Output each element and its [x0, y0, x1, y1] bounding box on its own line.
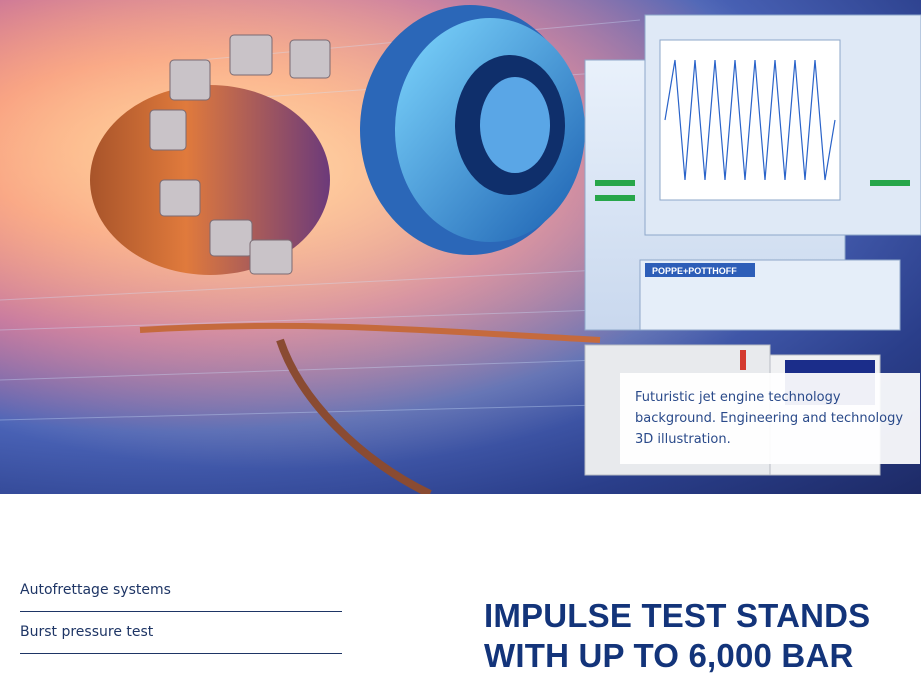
page-title: IMPULSE TEST STANDS WITH UP TO 6,000 BAR: [484, 596, 904, 676]
page-title-line-2: WITH UP TO 6,000 BAR: [484, 637, 854, 675]
page-title-line-1: IMPULSE TEST STANDS: [484, 597, 871, 635]
sidebar-item-autofrettage-systems[interactable]: Autofrettage systems: [20, 570, 342, 612]
hero-banner: POPPE+POTTHOFF Futuristic jet engine tec…: [0, 0, 921, 494]
image-caption: Futuristic jet engine technology backgro…: [620, 373, 920, 464]
screen-brand: POPPE+POTTHOFF: [652, 266, 737, 276]
sidebar-item-burst-pressure-test[interactable]: Burst pressure test: [20, 612, 342, 654]
sidebar-nav: Autofrettage systems Burst pressure test: [20, 570, 342, 654]
